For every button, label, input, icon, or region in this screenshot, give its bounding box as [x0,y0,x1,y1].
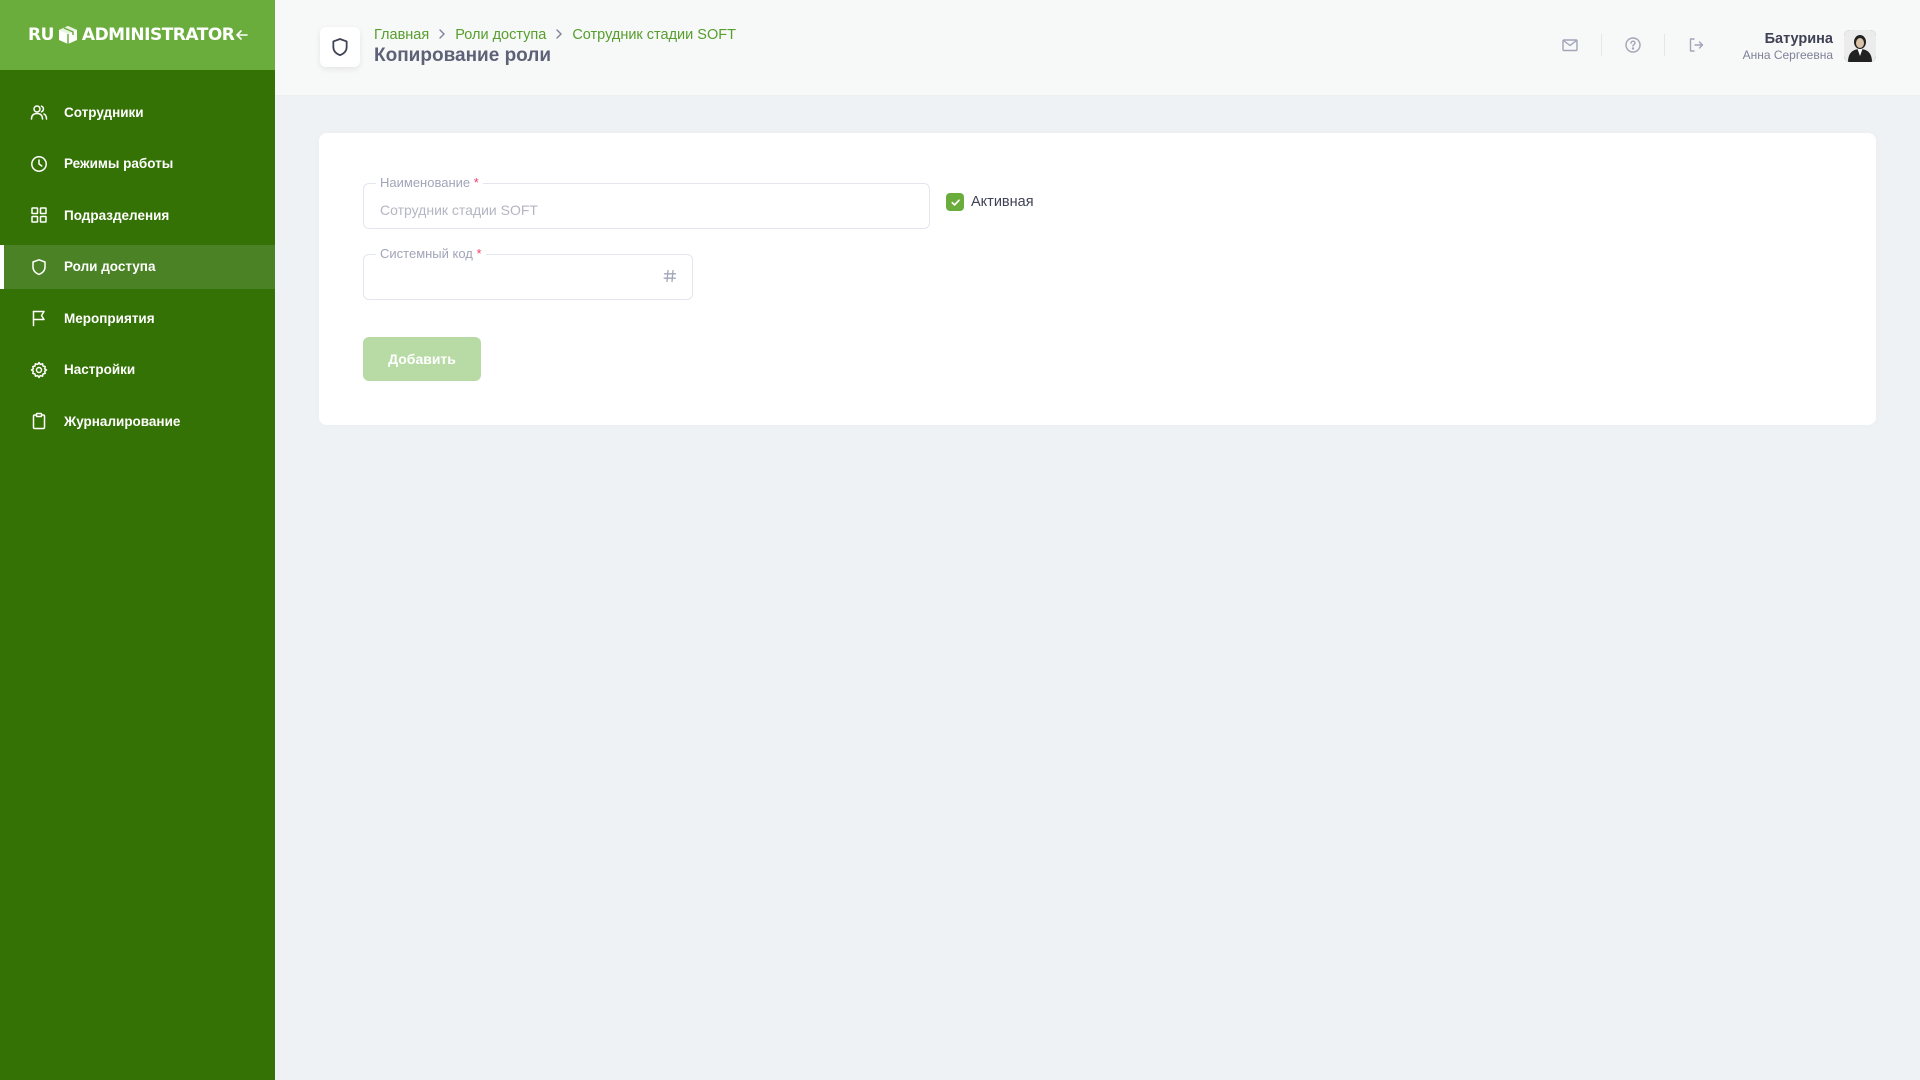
sidebar-item-label: Мероприятия [64,310,155,326]
sidebar-item-label: Журналирование [64,413,181,429]
sidebar-item-employees[interactable]: Сотрудники [0,90,275,134]
shield-icon [30,258,48,276]
sidebar-item-label: Сотрудники [64,104,144,120]
gear-icon [30,361,48,379]
clipboard-icon [30,412,48,430]
logo-text-right: ADMINISTRATOR [81,25,235,45]
flag-icon [30,309,48,327]
user-info: Батурина Анна Сергеевна [1743,31,1833,62]
breadcrumb-access-roles[interactable]: Роли доступа [455,27,546,43]
sidebar-item-events[interactable]: Мероприятия [0,296,275,340]
system-code-field: Системный код * [363,246,693,300]
arrow-left-icon [236,30,249,40]
chevron-right-icon [555,28,563,42]
sidebar-item-label: Настройки [64,362,136,377]
role-copy-form: Наименование * Активная Системный код * … [319,133,1876,425]
sidebar-item-label: Режимы работы [64,156,174,171]
active-checkbox-wrapper[interactable]: Активная [946,193,1034,211]
logo-text-left: RU [28,25,54,45]
shield-icon [332,38,348,57]
clock-icon [30,155,48,173]
chevron-right-icon [438,28,446,42]
breadcrumb: Главная Роли доступа Сотрудник стадии SO… [374,27,736,43]
sidebar-item-label: Роли доступа [64,259,156,274]
avatar [1844,30,1876,62]
brand-bar: RU ADMINISTRATOR [0,0,275,70]
page-icon [320,27,360,67]
user-avatar-icon [1844,30,1876,62]
grid-icon [30,206,48,224]
sidebar-item-logging[interactable]: Журналирование [0,399,275,443]
sidebar-item-settings[interactable]: Настройки [0,348,275,392]
help-button[interactable] [1622,34,1644,56]
breadcrumb-role[interactable]: Сотрудник стадии SOFT [572,27,736,43]
page-title: Копирование роли [374,45,552,66]
logout-icon [1689,38,1704,52]
help-circle-icon [1625,37,1641,53]
divider [1601,34,1602,56]
user-first-name: Анна Сергеевна [1742,47,1833,62]
messages-button[interactable] [1559,34,1581,56]
hash-icon [662,268,678,284]
sidebar-item-access-roles[interactable]: Роли доступа [0,244,275,289]
sidebar-item-departments[interactable]: Подразделения [0,193,275,237]
page-header: Главная Роли доступа Сотрудник стадии SO… [275,0,1920,96]
name-field: Наименование * [363,175,930,229]
header-actions [1559,34,1707,56]
users-icon [30,103,48,121]
sidebar-collapse-button[interactable] [234,23,250,47]
sidebar-item-label: Подразделения [64,207,170,223]
name-input[interactable] [364,184,929,228]
logout-button[interactable] [1685,34,1707,56]
check-icon [950,198,960,206]
sidebar-item-work-modes[interactable]: Режимы работы [0,142,275,186]
user-menu[interactable]: Батурина Анна Сергеевна [1743,30,1876,62]
active-checkbox[interactable] [946,193,964,211]
add-button[interactable]: Добавить [363,337,481,381]
breadcrumb-home[interactable]: Главная [374,27,429,43]
sidebar: RU ADMINISTRATOR Сотрудники Режимы работ… [0,0,275,1080]
logo-box-icon [57,24,79,46]
divider [1664,34,1665,56]
sidebar-menu: Сотрудники Режимы работы Подразделения Р… [0,70,275,443]
mail-icon [1562,39,1578,52]
user-last-name: Батурина [1764,30,1833,47]
active-checkbox-label: Активная [971,194,1034,210]
logo[interactable]: RU ADMINISTRATOR [28,24,235,46]
system-code-input[interactable] [364,255,692,299]
